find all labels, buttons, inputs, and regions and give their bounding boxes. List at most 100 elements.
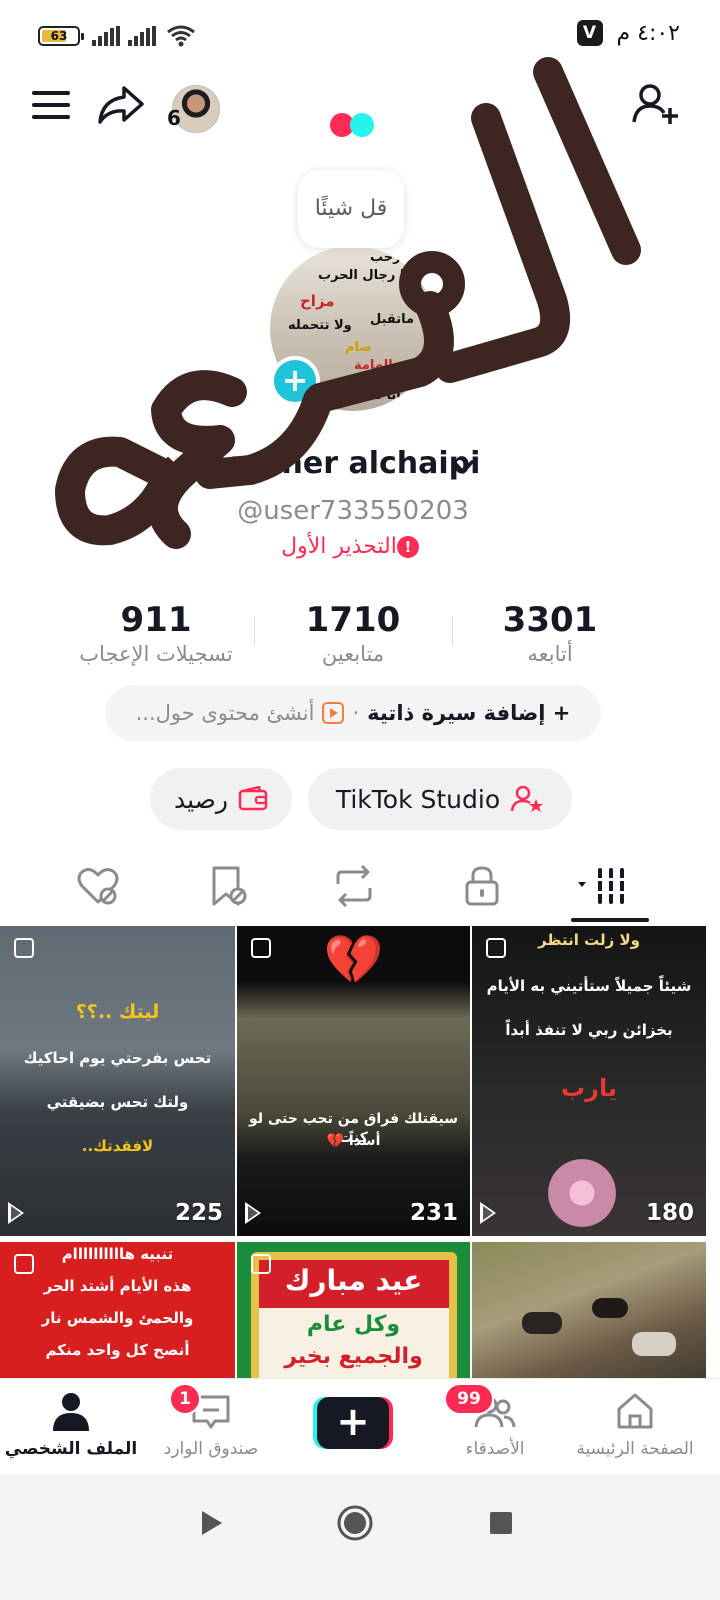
studio-label: TikTok Studio <box>335 784 501 814</box>
stat-value: 3301 <box>502 600 598 640</box>
alert-icon: ! <box>396 536 419 558</box>
friends-badge: 99 <box>444 1383 494 1415</box>
stat-value: 1710 <box>305 600 401 640</box>
separator: · <box>352 701 360 725</box>
carousel-icon <box>14 938 34 958</box>
picture-text: احنا رجال الحرب <box>318 268 424 283</box>
video-grid: ولا زلت انتظر شيئاً جميلاً ستأتيني به ال… <box>0 926 706 1380</box>
nav-label: الملف الشخصي <box>4 1439 138 1459</box>
stat-label: أتابعه <box>527 642 573 666</box>
share-icon[interactable] <box>96 80 146 130</box>
video-caption: هذه الأيام أشتد الحر <box>43 1277 192 1295</box>
balance-button[interactable]: رصيد <box>150 768 292 830</box>
video-caption: والجميع بخير <box>284 1344 423 1369</box>
edit-pencil-icon[interactable] <box>148 453 178 483</box>
studio-icon <box>510 785 544 812</box>
clock: ٤:٠٢ م <box>616 20 681 46</box>
repost-tab-icon[interactable] <box>330 862 378 910</box>
nav-label: الصفحة الرئيسية <box>576 1439 694 1459</box>
display-name[interactable]: maher alchaipi <box>230 446 480 488</box>
system-nav-bar <box>0 1474 720 1600</box>
video-caption: أنصح كل واحد منكم <box>45 1341 190 1359</box>
lock-tab-icon[interactable] <box>458 862 506 910</box>
username: @user733550203 <box>237 496 469 526</box>
wallet-icon <box>238 786 268 811</box>
video-tile[interactable]: ليتك ..؟؟ تحس بفرحتي يوم احاكيك ولتك تحس… <box>0 926 235 1236</box>
picture-text: ولا تتحمله <box>288 318 352 333</box>
carousel-icon <box>251 938 271 958</box>
menu-icon[interactable] <box>28 80 78 130</box>
view-count: 231 <box>409 1200 458 1226</box>
video-caption: تحس بفرحتي يوم احاكيك <box>23 1049 212 1067</box>
home-icon <box>617 1393 653 1429</box>
create-button[interactable]: + <box>313 1397 393 1449</box>
stat-label: متابعين <box>321 642 385 666</box>
play-icon <box>480 1202 496 1224</box>
battery-level: 63 <box>50 29 68 43</box>
tiktok-studio-button[interactable]: TikTok Studio <box>308 768 572 830</box>
video-tile[interactable]: عيد مبارك وكل عام والجميع بخير <box>237 1242 470 1380</box>
nav-profile[interactable]: الملف الشخصي <box>0 1389 146 1459</box>
video-caption: والحمئ والشمس نار <box>41 1309 194 1327</box>
picture-text: مزاح <box>300 292 335 310</box>
video-caption: ولتك تحس بضيقتي <box>46 1093 189 1111</box>
picture-text: رحب <box>370 250 401 265</box>
account-count: 6 <box>167 106 181 130</box>
video-caption: ولا زلت انتظر <box>538 931 640 949</box>
video-tile[interactable] <box>472 1242 706 1380</box>
battery-icon: 63 <box>38 26 84 46</box>
video-tile[interactable]: تنبيه هاااااااااام هذه الأيام أشتد الحر … <box>0 1242 235 1380</box>
broken-heart-emoji: 💔 <box>323 932 384 988</box>
stat-likes[interactable]: 911 تسجيلات الإعجاب <box>56 600 256 666</box>
active-tab-indicator <box>571 918 649 922</box>
video-prompt-icon <box>322 702 345 724</box>
bookmark-tab-icon[interactable] <box>204 862 252 910</box>
video-caption: عيد مبارك <box>284 1264 423 1297</box>
add-bio-button[interactable]: + إضافة سيرة ذاتية · أنشئ محتوى حول... <box>105 685 601 741</box>
video-caption: أسداً 💔 <box>326 1133 381 1149</box>
video-tile[interactable]: 💔 سيقتلك فراق من تحب حتى لو كنت أسداً 💔 … <box>237 926 470 1236</box>
nav-inbox[interactable]: صندوق الوارد 1 <box>136 1383 286 1459</box>
nav-friends[interactable]: الأصدقاء 99 <box>420 1383 570 1459</box>
video-caption: وكل عام <box>306 1312 401 1337</box>
add-bio-label: + إضافة سيرة ذاتية <box>367 701 571 725</box>
stat-label: تسجيلات الإعجاب <box>79 642 233 666</box>
inbox-badge: 1 <box>169 1383 201 1415</box>
warning-notice[interactable]: التحذير الأول! <box>0 534 706 559</box>
bottom-nav: الصفحة الرئيسية الأصدقاء 99 + صندوق الوا… <box>0 1378 720 1474</box>
video-caption: يارب <box>561 1074 617 1102</box>
add-friend-icon[interactable] <box>630 80 680 130</box>
picture-text: الهامة <box>354 358 393 373</box>
liked-tab-icon[interactable] <box>74 862 122 910</box>
video-tile[interactable]: ولا زلت انتظر شيئاً جميلاً ستأتيني به ال… <box>472 926 706 1236</box>
home-circle-icon[interactable] <box>336 1504 374 1542</box>
carousel-icon <box>486 938 506 958</box>
chevron-down-icon[interactable] <box>450 454 476 480</box>
view-count: 180 <box>645 1200 694 1226</box>
play-icon <box>8 1202 24 1224</box>
profile-icon <box>53 1393 89 1431</box>
warning-text: التحذير الأول <box>281 534 397 559</box>
status-bar: 63 V ٤:٠٢ م <box>0 0 720 70</box>
back-icon[interactable] <box>196 1508 226 1538</box>
video-caption: ليتك ..؟؟ <box>75 1001 160 1023</box>
goat-shape <box>522 1312 562 1334</box>
video-caption: لافقدتك.. <box>81 1137 154 1155</box>
wifi-icon <box>167 25 195 47</box>
play-icon <box>245 1202 261 1224</box>
nav-label: الأصدقاء <box>465 1439 525 1459</box>
flower-image <box>532 1158 632 1228</box>
nav-home[interactable]: الصفحة الرئيسية <box>560 1389 710 1459</box>
picture-text: ع جانا تقوم <box>350 388 424 403</box>
view-count: 225 <box>174 1200 223 1226</box>
tiktok-dots-logo <box>330 113 378 137</box>
video-caption: بخزائن ربي لا تنفذ أبداً <box>505 1021 673 1039</box>
goat-shape <box>592 1298 628 1318</box>
stat-following[interactable]: 3301 أتابعه <box>450 600 650 666</box>
say-something-bubble[interactable]: قل شيئًا <box>298 170 404 248</box>
grid-tab-icon[interactable] <box>576 862 624 910</box>
picture-text: صام <box>345 340 372 355</box>
add-story-button[interactable]: + <box>270 356 320 406</box>
recents-icon[interactable] <box>488 1510 514 1536</box>
stat-followers[interactable]: 1710 متابعين <box>253 600 453 666</box>
